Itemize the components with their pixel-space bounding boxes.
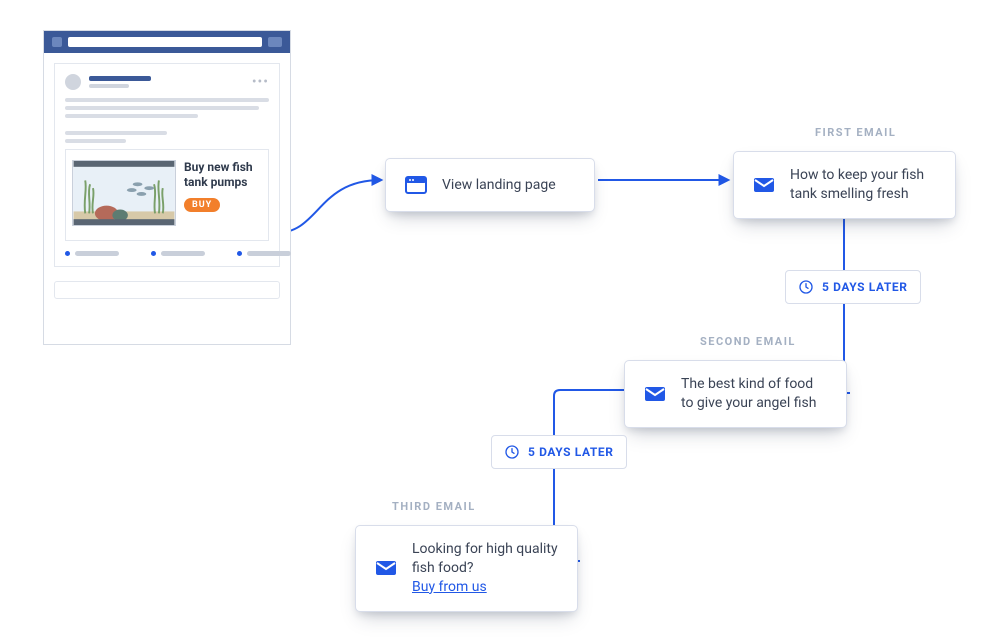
text-placeholder xyxy=(65,98,269,102)
delay-badge-1: 5 DAYS LATER xyxy=(785,270,921,304)
stage-label-third: THIRD EMAIL xyxy=(392,500,476,513)
delay-badge-2: 5 DAYS LATER xyxy=(491,435,627,469)
fb-footer-input xyxy=(54,281,280,299)
text-placeholder xyxy=(65,131,167,135)
fb-search-bar xyxy=(68,37,262,47)
email-card-2: The best kind of food to give your angel… xyxy=(624,360,847,428)
fb-subtitle-placeholder xyxy=(89,84,129,88)
fb-logo-icon xyxy=(52,37,62,47)
carousel-pagination xyxy=(65,251,269,256)
stage-label-second: SECOND EMAIL xyxy=(700,335,796,348)
email-card-1: How to keep your fish tank smelling fres… xyxy=(733,151,956,219)
avatar-icon xyxy=(65,74,81,90)
text-placeholder xyxy=(65,114,198,118)
fb-post: ••• xyxy=(54,63,280,267)
buy-from-us-link[interactable]: Buy from us xyxy=(412,579,487,595)
browser-window-icon xyxy=(404,173,428,197)
fb-header xyxy=(44,31,290,53)
flow-diagram: ••• xyxy=(0,0,1000,644)
buy-button[interactable]: BUY xyxy=(184,198,220,212)
email-1-text: How to keep your fish tank smelling fres… xyxy=(790,166,937,204)
ellipsis-icon: ••• xyxy=(252,74,269,90)
fb-post-header: ••• xyxy=(65,74,269,90)
email-3-text: Looking for high quality fish food? xyxy=(412,541,558,576)
envelope-icon xyxy=(643,382,667,406)
fb-ad-card: Buy new fish tank pumps BUY xyxy=(65,149,269,241)
envelope-icon xyxy=(374,556,398,580)
fb-header-button xyxy=(268,37,282,47)
delay-2-text: 5 DAYS LATER xyxy=(528,445,614,459)
landing-text: View landing page xyxy=(442,176,556,195)
facebook-post-mock: ••• xyxy=(43,30,291,345)
fb-name-placeholder xyxy=(89,76,151,81)
clock-icon xyxy=(504,444,520,460)
fb-ad-title: Buy new fish tank pumps xyxy=(184,160,262,190)
email-2-text: The best kind of food to give your angel… xyxy=(681,375,828,413)
clock-icon xyxy=(798,279,814,295)
email-card-3: Looking for high quality fish food? Buy … xyxy=(355,525,578,612)
stage-label-first: FIRST EMAIL xyxy=(815,126,896,139)
envelope-icon xyxy=(752,173,776,197)
delay-1-text: 5 DAYS LATER xyxy=(822,280,908,294)
text-placeholder xyxy=(65,139,126,143)
text-placeholder xyxy=(65,106,259,110)
aquarium-image xyxy=(72,160,176,226)
landing-page-card: View landing page xyxy=(385,158,595,212)
